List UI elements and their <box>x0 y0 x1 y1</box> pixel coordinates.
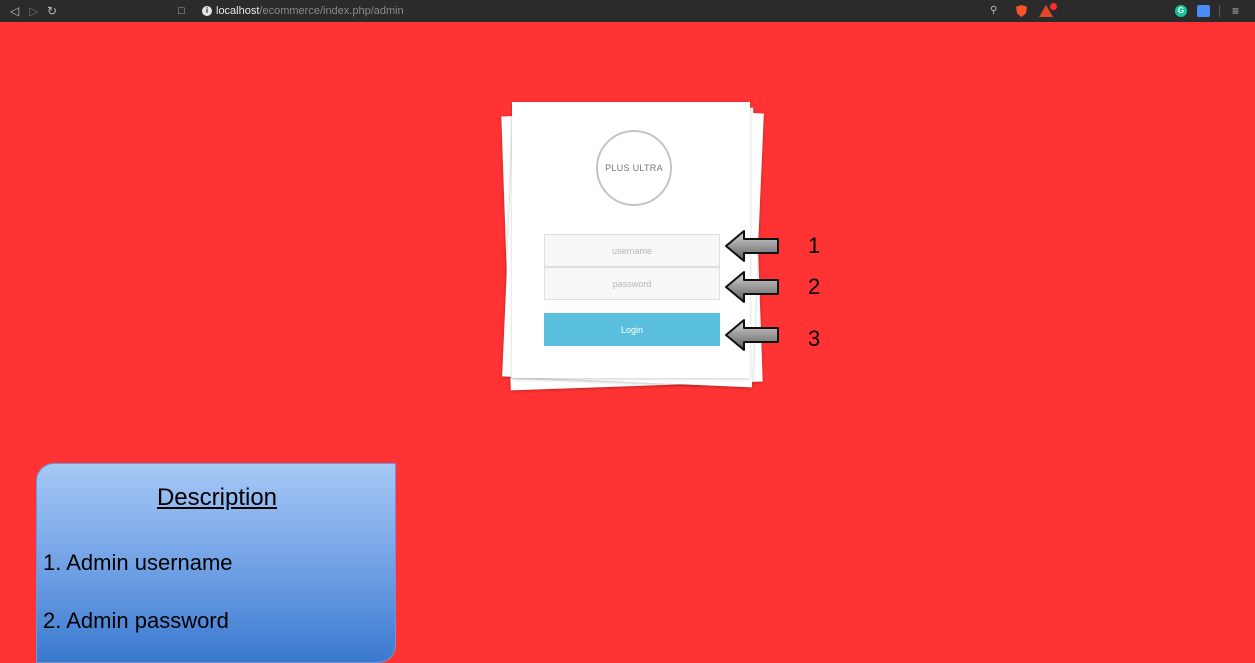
description-panel: Description 1. Admin username 2. Admin p… <box>36 463 396 663</box>
site-info-icon[interactable]: i <box>202 6 212 16</box>
menu-icon[interactable]: ≡ <box>1232 3 1239 19</box>
brand-logo: PLUS ULTRA <box>596 130 672 206</box>
bookmark-icon[interactable]: □ <box>178 3 185 19</box>
address-bar[interactable]: localhost/ecommerce/index.php/admin <box>216 3 404 19</box>
annotation-number: 2 <box>808 274 821 299</box>
annotation-number: 1 <box>808 233 821 258</box>
toolbar-divider <box>1219 5 1220 17</box>
login-card: PLUS ULTRA Login <box>512 102 750 378</box>
annotation-arrow-icon <box>725 271 779 303</box>
brand-logo-text: PLUS ULTRA <box>605 163 663 173</box>
login-button[interactable]: Login <box>544 313 720 346</box>
forward-icon[interactable]: ▷ <box>29 3 38 19</box>
annotation-number: 3 <box>808 326 821 351</box>
grammarly-icon[interactable]: G <box>1175 5 1187 17</box>
reload-icon[interactable]: ↻ <box>47 3 57 19</box>
key-icon[interactable]: ⚲ <box>990 3 997 19</box>
description-item: 1. Admin username <box>43 550 233 575</box>
username-input[interactable] <box>544 234 720 267</box>
password-input[interactable] <box>544 267 720 300</box>
notification-badge <box>1050 3 1057 10</box>
description-title: Description <box>156 484 278 511</box>
annotation-arrow-icon <box>725 230 779 262</box>
url-path: /ecommerce/index.php/admin <box>259 5 404 17</box>
description-item: 2. Admin password <box>43 608 229 633</box>
translate-icon[interactable] <box>1197 5 1210 17</box>
back-icon[interactable]: ◁ <box>10 3 19 19</box>
annotation-arrow-icon <box>725 319 779 351</box>
brave-shield-icon[interactable] <box>1016 5 1027 17</box>
browser-toolbar: ◁ ▷ ↻ □ i localhost/ecommerce/index.php/… <box>0 0 1255 22</box>
url-host: localhost <box>216 5 260 17</box>
